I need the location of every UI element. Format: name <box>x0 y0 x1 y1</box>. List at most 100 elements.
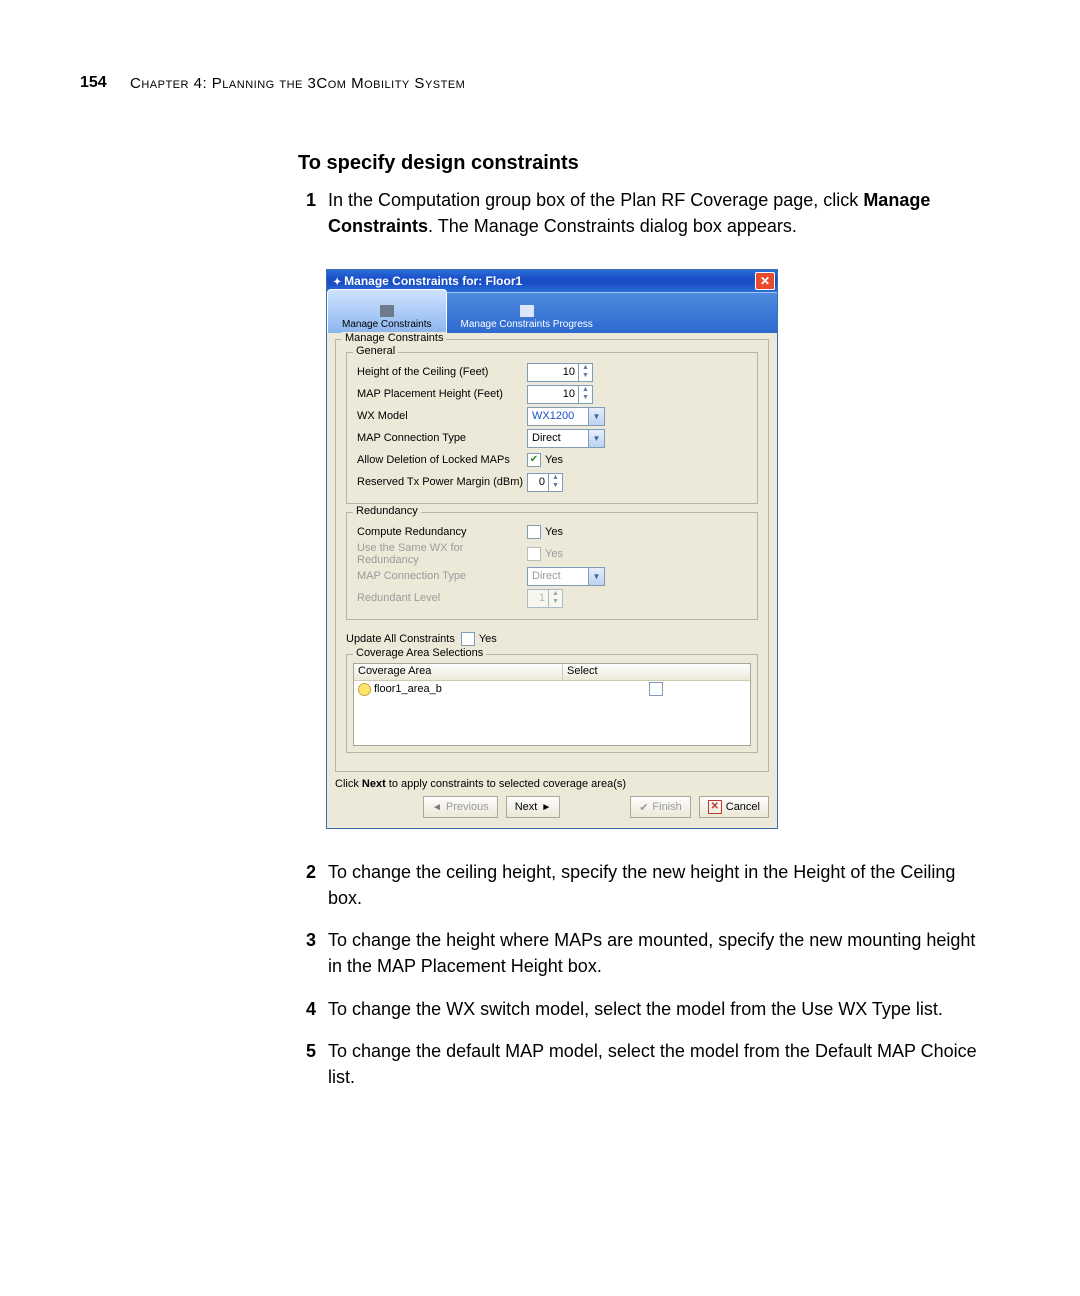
label-wx-model: WX Model <box>357 410 527 422</box>
progress-icon <box>520 305 534 317</box>
wx-model-select[interactable]: WX1200 ▼ <box>527 407 605 426</box>
step-5: 5 To change the default MAP model, selec… <box>298 1038 978 1090</box>
spinner-buttons[interactable]: ▲▼ <box>548 474 562 491</box>
table-header: Coverage Area Select <box>354 664 750 681</box>
select-value: WX1200 <box>528 410 588 422</box>
step-number: 3 <box>298 927 316 979</box>
check-icon: ✔ <box>639 801 648 814</box>
map-height-input[interactable] <box>528 387 578 402</box>
spinner-buttons[interactable]: ▲▼ <box>578 386 592 403</box>
group-manage-constraints: Manage Constraints General Height of the… <box>335 339 769 772</box>
allow-deletion-checkbox[interactable]: ✔ Yes <box>527 453 563 467</box>
arrow-left-icon: ◄ <box>432 802 442 813</box>
label-redundant-level: Redundant Level <box>357 592 527 604</box>
spinner-buttons[interactable]: ▲▼ <box>578 364 592 381</box>
area-name: floor1_area_b <box>374 683 442 695</box>
dialog-title: ✦ Manage Constraints for: Floor1 <box>333 274 522 288</box>
label-update-all: Update All Constraints <box>346 633 455 645</box>
checkbox-box[interactable] <box>649 682 663 696</box>
group-legend: Coverage Area Selections <box>353 647 486 659</box>
step-number: 5 <box>298 1038 316 1090</box>
checkbox-box[interactable]: ✔ <box>527 453 541 467</box>
group-legend: Redundancy <box>353 505 421 517</box>
ceiling-height-input[interactable] <box>528 365 578 380</box>
finish-button: ✔ Finish <box>630 796 691 818</box>
text: In the Computation group box of the Plan… <box>328 190 863 210</box>
checkbox-box[interactable] <box>527 525 541 539</box>
col-coverage-area[interactable]: Coverage Area <box>354 664 563 680</box>
dialog-buttons: ◄ Previous Next ► ✔ Finish <box>335 792 769 822</box>
chevron-down-icon[interactable]: ▼ <box>588 408 604 425</box>
step-3: 3 To change the height where MAPs are mo… <box>298 927 978 979</box>
constraints-icon <box>380 305 394 317</box>
step-text: To change the WX switch model, select th… <box>328 996 943 1022</box>
step-text: To change the height where MAPs are moun… <box>328 927 978 979</box>
next-button[interactable]: Next ► <box>506 796 561 818</box>
tab-label: Manage Constraints Progress <box>461 319 593 330</box>
checkbox-label: Yes <box>545 454 563 466</box>
tx-margin-input[interactable] <box>528 475 548 490</box>
label-conn-type2: MAP Connection Type <box>357 570 527 582</box>
page-number: 154 <box>80 74 107 92</box>
tx-margin-spinner[interactable]: ▲▼ <box>527 473 563 492</box>
checkbox-label: Yes <box>545 548 563 560</box>
tab-progress[interactable]: Manage Constraints Progress <box>447 290 607 333</box>
area-icon <box>358 683 371 696</box>
label-compute-redundancy: Compute Redundancy <box>357 526 527 538</box>
tab-label: Manage Constraints <box>342 319 432 330</box>
redundant-level-input <box>528 591 548 606</box>
text: . The Manage Constraints dialog box appe… <box>428 216 797 236</box>
step-text: In the Computation group box of the Plan… <box>328 187 978 239</box>
previous-button: ◄ Previous <box>423 796 498 818</box>
label-same-wx: Use the Same WX for Redundancy <box>357 542 527 566</box>
coverage-table: Coverage Area Select floor1_area_b <box>353 663 751 746</box>
label-map-height: MAP Placement Height (Feet) <box>357 388 527 400</box>
checkbox-label: Yes <box>545 526 563 538</box>
cancel-button[interactable]: ✕ Cancel <box>699 796 769 818</box>
step-1: 1 In the Computation group box of the Pl… <box>298 187 978 239</box>
step-number: 4 <box>298 996 316 1022</box>
tab-manage-constraints[interactable]: Manage Constraints <box>327 289 447 333</box>
chevron-down-icon[interactable]: ▼ <box>588 430 604 447</box>
group-general: General Height of the Ceiling (Feet) ▲▼ … <box>346 352 758 504</box>
section-heading: To specify design constraints <box>298 152 978 175</box>
close-icon: ✕ <box>708 800 722 814</box>
spinner-buttons: ▲▼ <box>548 590 562 607</box>
conn-type-select[interactable]: Direct ▼ <box>527 429 605 448</box>
label-tx-margin: Reserved Tx Power Margin (dBm) <box>357 476 527 488</box>
dialog-hint: Click Next to apply constraints to selec… <box>335 778 769 790</box>
label-allow-deletion: Allow Deletion of Locked MAPs <box>357 454 527 466</box>
label-ceiling-height: Height of the Ceiling (Feet) <box>357 366 527 378</box>
area-select-checkbox[interactable] <box>649 682 663 696</box>
map-height-spinner[interactable]: ▲▼ <box>527 385 593 404</box>
step-text: To change the default MAP model, select … <box>328 1038 978 1090</box>
step-4: 4 To change the WX switch model, select … <box>298 996 978 1022</box>
ceiling-height-spinner[interactable]: ▲▼ <box>527 363 593 382</box>
step-number: 1 <box>298 187 316 239</box>
conn-type2-select: Direct ▼ <box>527 567 605 586</box>
checkbox-box[interactable] <box>461 632 475 646</box>
dialog-screenshot: ✦ Manage Constraints for: Floor1 ✕ Manag… <box>326 269 978 829</box>
update-all-checkbox[interactable]: Yes <box>461 632 497 646</box>
redundant-level-spinner: ▲▼ <box>527 589 563 608</box>
arrow-right-icon: ► <box>541 802 551 813</box>
same-wx-checkbox: Yes <box>527 547 563 561</box>
checkbox-label: Yes <box>479 633 497 645</box>
group-legend: Manage Constraints <box>342 332 446 344</box>
group-redundancy: Redundancy Compute Redundancy Yes Use th… <box>346 512 758 620</box>
close-icon[interactable]: ✕ <box>755 272 775 290</box>
table-row[interactable]: floor1_area_b <box>354 681 750 697</box>
group-coverage-area: Coverage Area Selections Coverage Area S… <box>346 654 758 753</box>
chapter-heading: Chapter 4: Planning the 3Com Mobility Sy… <box>130 75 465 92</box>
compute-redundancy-checkbox[interactable]: Yes <box>527 525 563 539</box>
group-legend: General <box>353 345 398 357</box>
step-2: 2 To change the ceiling height, specify … <box>298 859 978 911</box>
select-value: Direct <box>528 570 588 582</box>
manage-constraints-dialog: ✦ Manage Constraints for: Floor1 ✕ Manag… <box>326 269 778 829</box>
checkbox-box <box>527 547 541 561</box>
select-value: Direct <box>528 432 588 444</box>
dialog-tabs: Manage Constraints Manage Constraints Pr… <box>327 292 777 333</box>
col-select[interactable]: Select <box>563 664 750 680</box>
step-text: To change the ceiling height, specify th… <box>328 859 978 911</box>
label-conn-type: MAP Connection Type <box>357 432 527 444</box>
